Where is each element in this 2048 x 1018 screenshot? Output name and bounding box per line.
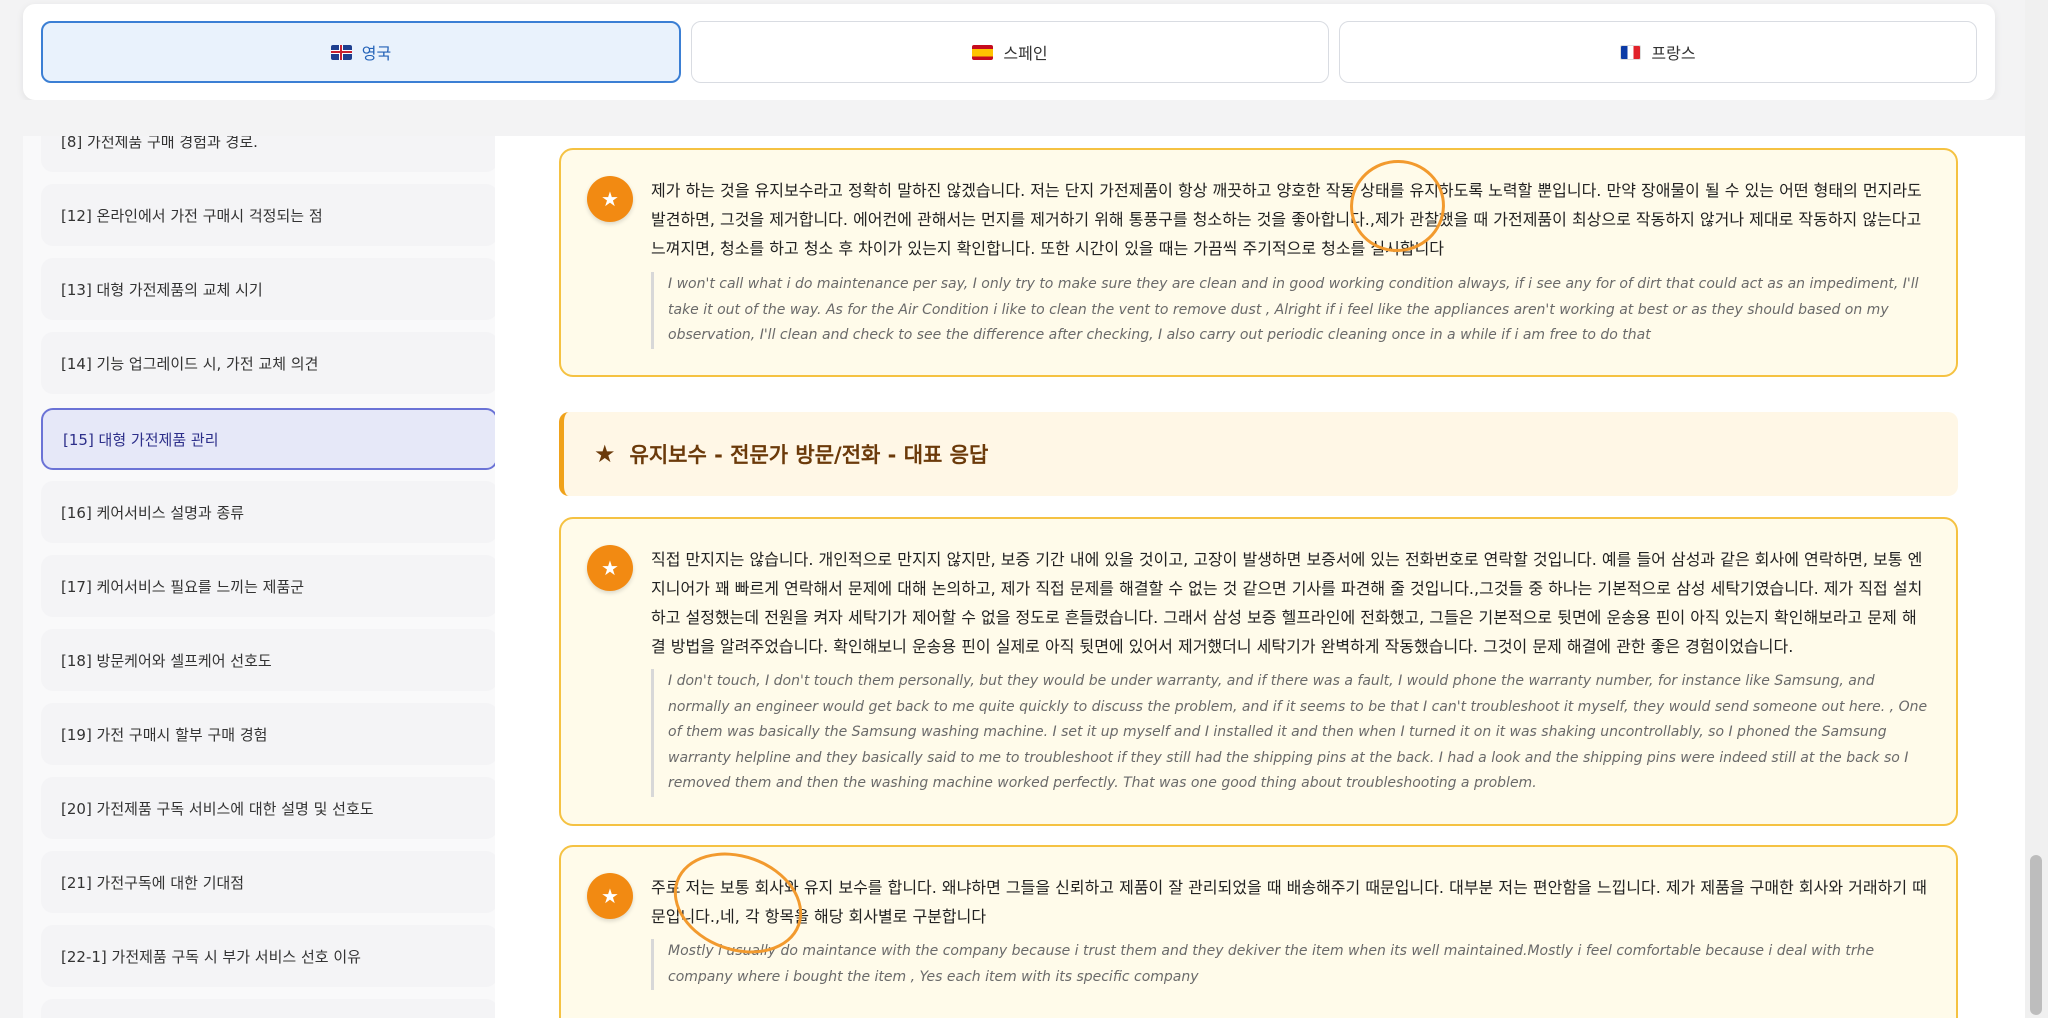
response-card: ★ 주로 저는 보통 회사와 유지 보수를 합니다. 왜냐하면 그들을 신뢰하고… [559, 845, 1958, 1018]
sidebar-item-label: [14] 기능 업그레이드 시, 가전 교체 의견 [61, 354, 319, 373]
sidebar-item-22-1[interactable]: [22-1] 가전제품 구독 시 부가 서비스 선호 이유 [41, 925, 495, 987]
tab-label: 프랑스 [1651, 44, 1696, 63]
sidebar-item-21[interactable]: [21] 가전구독에 대한 기대점 [41, 851, 495, 913]
response-korean: 제가 하는 것을 유지보수라고 정확히 말하진 않겠습니다. 저는 단지 가전제… [651, 181, 1922, 258]
sidebar-item-8[interactable]: [8] 가전제품 구매 경험과 경로. [41, 136, 495, 172]
sidebar: [8] 가전제품 구매 경험과 경로. [12] 온라인에서 가전 구매시 걱정… [23, 136, 495, 1018]
sidebar-item-label: [16] 케어서비스 설명과 종류 [61, 503, 245, 522]
sidebar-item-label: [15] 대형 가전제품 관리 [63, 430, 219, 449]
tab-label: 스페인 [1003, 44, 1048, 63]
sidebar-item-18[interactable]: [18] 방문케어와 셀프케어 선호도 [41, 629, 495, 691]
sidebar-item-19[interactable]: [19] 가전 구매시 할부 구매 경험 [41, 703, 495, 765]
star-icon: ★ [587, 873, 633, 919]
sidebar-item-16[interactable]: [16] 케어서비스 설명과 종류 [41, 481, 495, 543]
sidebar-item-20[interactable]: [20] 가전제품 구독 서비스에 대한 설명 및 선호도 [41, 777, 495, 839]
sidebar-item-label: [22-1] 가전제품 구독 시 부가 서비스 선호 이유 [61, 947, 361, 966]
sidebar-item-label: [20] 가전제품 구독 서비스에 대한 설명 및 선호도 [61, 799, 374, 818]
scrollbar-thumb[interactable] [2030, 855, 2042, 1015]
response-card: ★ 제가 하는 것을 유지보수라고 정확히 말하진 않겠습니다. 저는 단지 가… [559, 148, 1958, 377]
tab-spain[interactable]: 스페인 [691, 21, 1329, 83]
background-gap [0, 100, 2048, 136]
response-english: I don't touch, I don't touch them person… [651, 669, 1928, 797]
sidebar-item-label: [18] 방문케어와 셀프케어 선호도 [61, 651, 272, 670]
star-icon: ★ [587, 176, 633, 222]
spain-flag-icon [972, 44, 994, 60]
main-content: ★ 제가 하는 것을 유지보수라고 정확히 말하진 않겠습니다. 저는 단지 가… [495, 136, 2025, 1018]
sidebar-item-13[interactable]: [13] 대형 가전제품의 교체 시기 [41, 258, 495, 320]
response-english: I won't call what i do maintenance per s… [651, 272, 1928, 349]
sidebar-item-label: [17] 케어서비스 필요를 느끼는 제품군 [61, 577, 305, 596]
france-flag-icon [1620, 44, 1642, 60]
sidebar-item-14[interactable]: [14] 기능 업그레이드 시, 가전 교체 의견 [41, 332, 495, 394]
sidebar-item-15[interactable]: [15] 대형 가전제품 관리 [41, 408, 495, 470]
tab-france[interactable]: 프랑스 [1339, 21, 1977, 83]
section-header: ★ 유지보수 - 전문가 방문/전화 - 대표 응답 [559, 412, 1958, 496]
star-icon: ★ [594, 440, 616, 468]
sidebar-item-next[interactable] [41, 999, 495, 1018]
sidebar-item-17[interactable]: [17] 케어서비스 필요를 느끼는 제품군 [41, 555, 495, 617]
section-title: 유지보수 - 전문가 방문/전화 - 대표 응답 [629, 443, 989, 467]
sidebar-item-12[interactable]: [12] 온라인에서 가전 구매시 걱정되는 점 [41, 184, 495, 246]
sidebar-item-label: [13] 대형 가전제품의 교체 시기 [61, 280, 263, 299]
response-korean: 직접 만지지는 않습니다. 개인적으로 만지지 않지만, 보증 기간 내에 있을… [651, 550, 1923, 656]
response-english: Mostly i usually do maintance with the c… [651, 939, 1928, 990]
sidebar-item-label: [19] 가전 구매시 할부 구매 경험 [61, 725, 268, 744]
response-korean: 주로 저는 보통 회사와 유지 보수를 합니다. 왜냐하면 그들을 신뢰하고 제… [651, 878, 1927, 926]
country-tab-bar: 영국 스페인 프랑스 [23, 4, 1995, 100]
star-icon: ★ [587, 545, 633, 591]
uk-flag-icon [330, 44, 352, 60]
tab-uk[interactable]: 영국 [41, 21, 681, 83]
sidebar-item-label: [12] 온라인에서 가전 구매시 걱정되는 점 [61, 206, 323, 225]
response-card: ★ 직접 만지지는 않습니다. 개인적으로 만지지 않지만, 보증 기간 내에 … [559, 517, 1958, 826]
tab-label: 영국 [361, 44, 392, 63]
sidebar-item-label: [8] 가전제품 구매 경험과 경로. [61, 136, 258, 151]
sidebar-item-label: [21] 가전구독에 대한 기대점 [61, 873, 245, 892]
